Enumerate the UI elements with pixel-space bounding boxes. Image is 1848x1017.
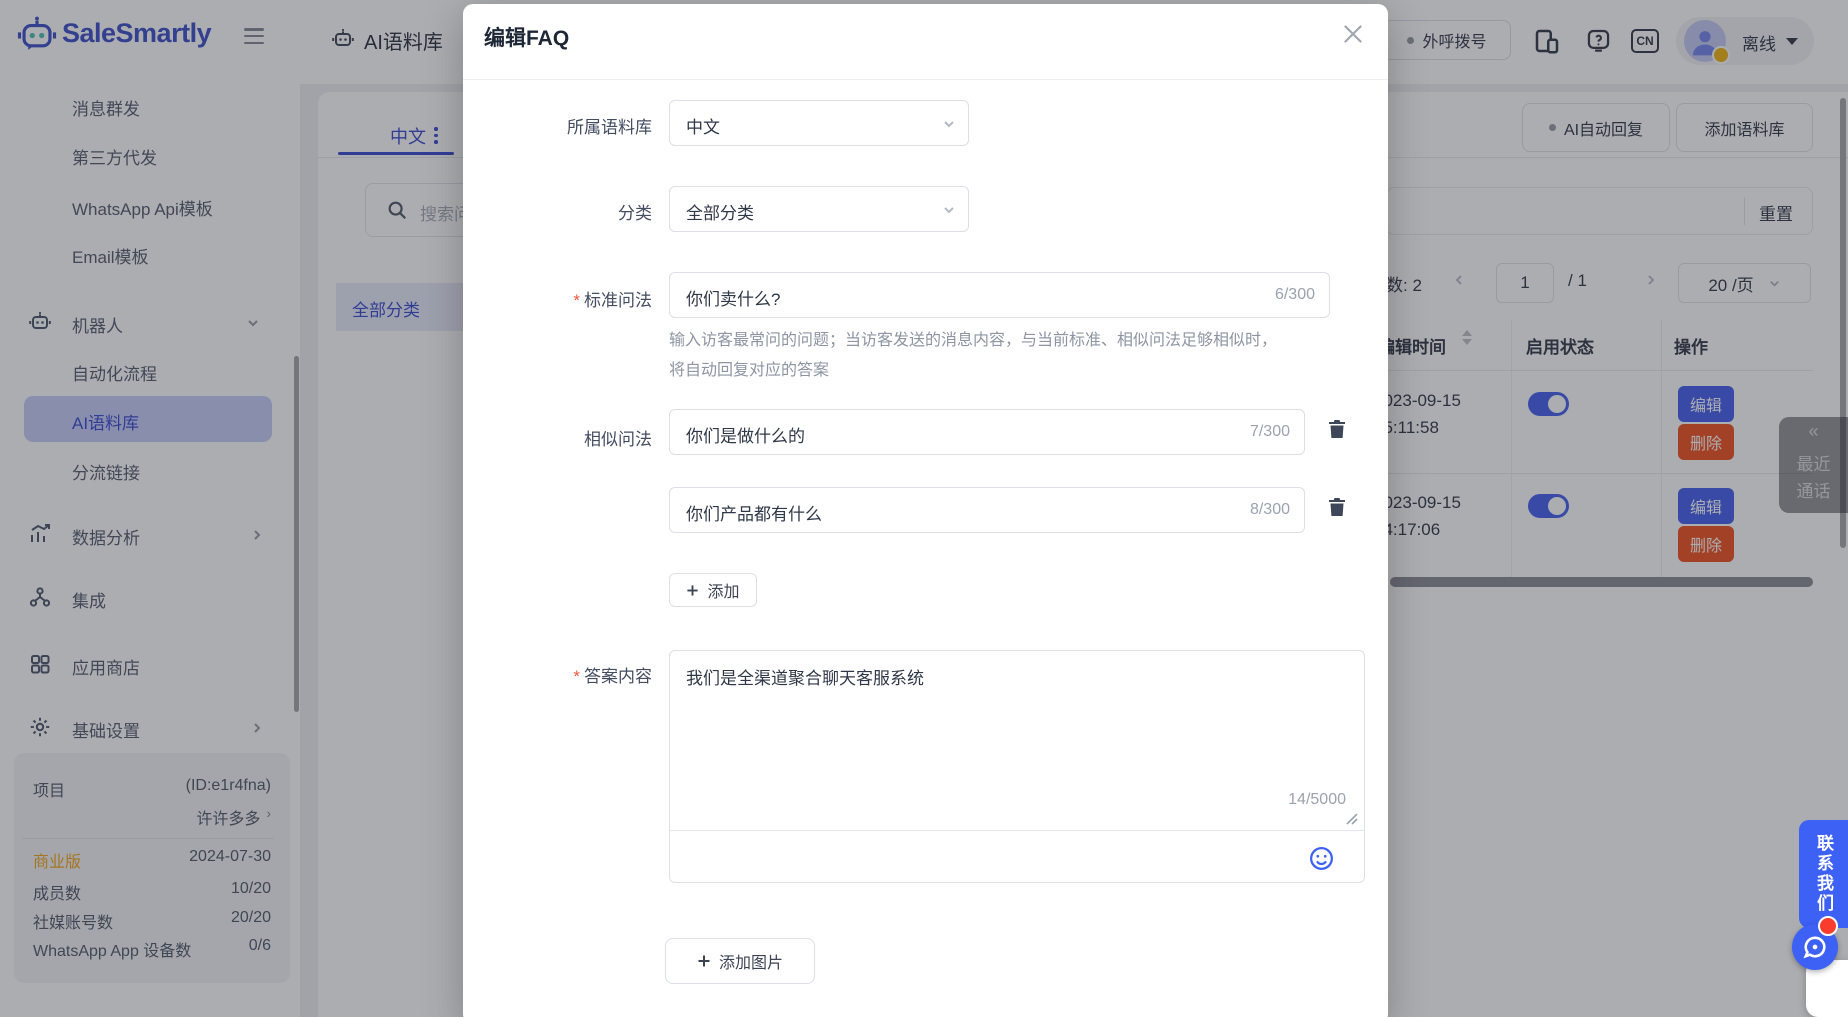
delete-similar-question-icon[interactable] <box>1325 416 1349 444</box>
app-root: SaleSmartly 消息群发 第三方代发 WhatsApp Api模板 Em… <box>0 0 1848 1017</box>
delete-similar-question-icon[interactable] <box>1325 494 1349 522</box>
resize-handle-icon[interactable] <box>1344 811 1358 825</box>
corpus-select[interactable]: 中文 <box>669 100 969 146</box>
edit-faq-modal: 编辑FAQ 所属语料库 中文 分类 全部分类 *标准问法 你们卖什么? 6/30… <box>463 4 1388 1017</box>
contact-us-tab[interactable]: 联系我们 <box>1799 820 1848 928</box>
corpus-field-label: 所属语料库 <box>480 113 652 138</box>
char-counter: 8/300 <box>1250 501 1290 519</box>
required-mark: * <box>573 291 580 310</box>
standard-question-label: *标准问法 <box>480 286 652 311</box>
emoji-picker-icon[interactable] <box>1308 845 1335 872</box>
add-similar-question-button[interactable]: 添加 <box>669 573 757 607</box>
add-image-button[interactable]: 添加图片 <box>665 938 815 984</box>
chevron-down-icon <box>942 203 956 217</box>
answer-textarea[interactable]: 我们是全渠道聚合聊天客服系统 14/5000 <box>669 650 1365 883</box>
char-counter: 14/5000 <box>1288 791 1346 809</box>
answer-label: *答案内容 <box>480 662 652 687</box>
similar-question-input[interactable]: 你们产品都有什么 8/300 <box>669 487 1305 533</box>
divider <box>670 830 1364 831</box>
category-field-label: 分类 <box>480 199 652 224</box>
plus-icon <box>697 954 711 968</box>
modal-title: 编辑FAQ <box>484 22 569 52</box>
notification-dot <box>1818 916 1838 936</box>
similar-question-input[interactable]: 你们是做什么的 7/300 <box>669 409 1305 455</box>
close-icon[interactable] <box>1339 20 1367 48</box>
char-counter: 7/300 <box>1250 423 1290 441</box>
plus-icon <box>686 584 699 597</box>
char-counter: 6/300 <box>1275 286 1315 304</box>
chevron-down-icon <box>942 117 956 131</box>
similar-question-label: 相似问法 <box>480 425 652 450</box>
category-select[interactable]: 全部分类 <box>669 186 969 232</box>
required-mark: * <box>573 667 580 686</box>
divider <box>463 79 1388 80</box>
standard-question-helper: 输入访客最常问的问题；当访客发送的消息内容，与当前标准、相似问法足够相似时， 将… <box>669 326 1319 386</box>
standard-question-input[interactable]: 你们卖什么? 6/300 <box>669 272 1330 318</box>
